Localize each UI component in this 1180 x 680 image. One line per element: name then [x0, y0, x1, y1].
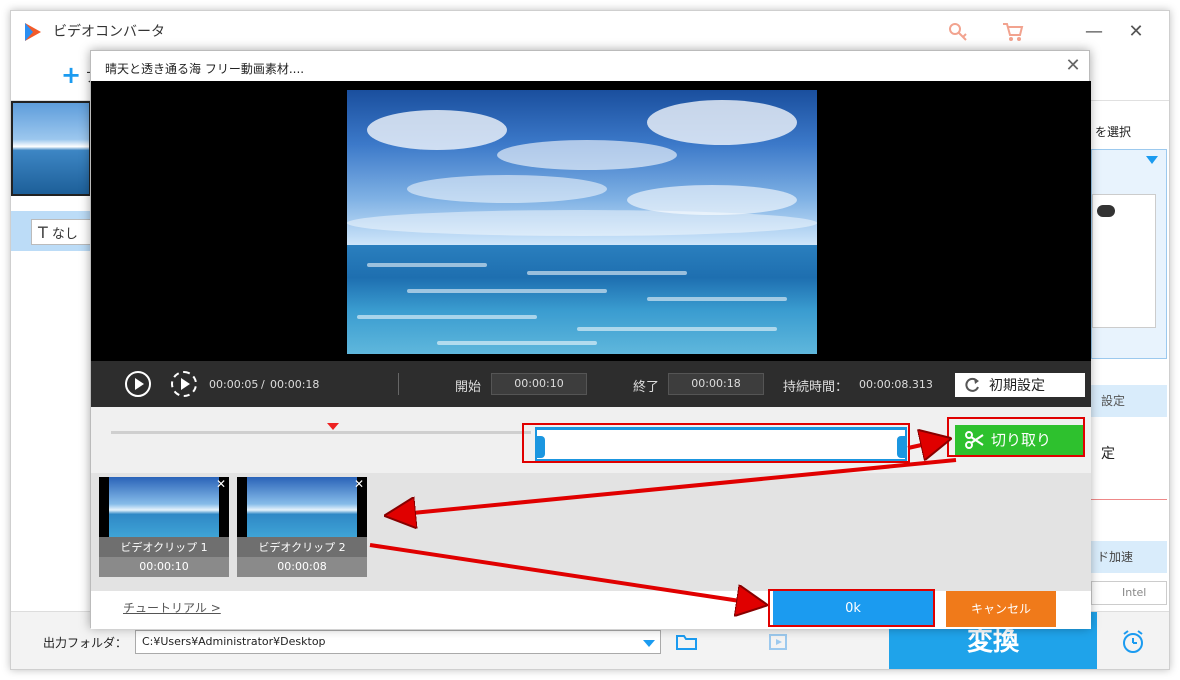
subtitle-select[interactable]: T なし: [31, 219, 91, 245]
file-thumbnail[interactable]: [11, 101, 91, 196]
subtitle-value: なし: [51, 227, 78, 242]
playhead-marker[interactable]: [327, 423, 339, 430]
next-frame-button[interactable]: [171, 371, 197, 397]
clip-remove-icon[interactable]: ✕: [353, 478, 365, 490]
format-thumbnail: [1092, 194, 1156, 328]
play-icon: [135, 378, 144, 390]
level-slider[interactable]: [1091, 499, 1167, 500]
file-list-panel: T なし: [11, 101, 91, 611]
trim-dialog: 晴天と透き通る海 フリー動画素材.... ✕ 00:00:05 / 00:00:…: [90, 50, 1091, 629]
timeline-track[interactable]: [111, 431, 531, 434]
clips-area: ✕ ビデオクリップ 1 00:00:10 ✕ ビデオクリップ 2 00:00:0…: [91, 473, 1091, 591]
minimize-button[interactable]: —: [1079, 19, 1109, 45]
output-path-field[interactable]: C:¥Users¥Administrator¥Desktop: [135, 630, 661, 654]
annotation-box-cut: [947, 417, 1085, 457]
clip-item[interactable]: ✕ ビデオクリップ 2 00:00:08: [237, 477, 367, 577]
reset-button[interactable]: 初期設定: [955, 373, 1085, 397]
cart-icon[interactable]: [1001, 21, 1025, 43]
total-time: 00:00:18: [270, 378, 320, 391]
clip-duration: 00:00:08: [237, 557, 367, 577]
divider: [398, 373, 399, 395]
play-button[interactable]: [125, 371, 151, 397]
text-icon: T: [38, 223, 48, 242]
clip-duration: 00:00:10: [99, 557, 229, 577]
close-button[interactable]: ✕: [1121, 19, 1151, 45]
dialog-close-button[interactable]: ✕: [1061, 55, 1085, 77]
format-panel: を選択 設定 定 ド加速 Intel: [1091, 101, 1169, 611]
chevron-down-icon[interactable]: [1146, 156, 1158, 164]
start-time-input[interactable]: 00:00:10: [491, 373, 587, 395]
titlebar: ビデオコンバータ — ✕: [11, 11, 1169, 53]
dialog-title: 晴天と透き通る海 フリー動画素材....: [105, 62, 305, 76]
intel-badge: Intel: [1091, 581, 1167, 605]
clip-remove-icon[interactable]: ✕: [215, 478, 227, 490]
dialog-footer: チュートリアル > 0k キャンセル: [91, 591, 1091, 629]
video-folder-icon[interactable]: [767, 632, 791, 652]
format-logo-icon: [1097, 205, 1115, 217]
playback-controls: 00:00:05 / 00:00:18 開始 00:00:10 終了 00:00…: [91, 361, 1091, 407]
tutorial-link[interactable]: チュートリアル >: [123, 599, 221, 616]
duration-value: 00:00:08.313: [859, 378, 933, 391]
sea-image: [347, 245, 817, 354]
app-logo-icon: [25, 23, 41, 41]
clip-thumbnail: [99, 477, 229, 537]
reset-label: 初期設定: [989, 378, 1045, 394]
app-title: ビデオコンバータ: [53, 24, 165, 40]
annotation-box-ok: [768, 589, 935, 627]
settings-label: 定: [1101, 446, 1115, 462]
folder-icon[interactable]: [675, 632, 699, 652]
path-dropdown-icon[interactable]: [643, 640, 655, 647]
end-label: 終了: [633, 380, 660, 395]
annotation-box-segment: [522, 423, 910, 463]
start-label: 開始: [455, 380, 482, 395]
clip-thumbnail: [237, 477, 367, 537]
key-icon[interactable]: [947, 21, 969, 43]
time-separator: /: [261, 378, 265, 391]
settings-button[interactable]: 設定: [1091, 385, 1167, 417]
video-preview: [91, 81, 1091, 361]
cancel-button[interactable]: キャンセル: [946, 591, 1056, 627]
video-frame: [347, 90, 817, 354]
current-time: 00:00:05: [209, 378, 259, 391]
clip-name: ビデオクリップ 2: [258, 541, 346, 554]
format-card[interactable]: [1091, 149, 1167, 359]
sky-image: [347, 90, 817, 245]
subtitle-row: T なし: [11, 211, 91, 251]
clip-item[interactable]: ✕ ビデオクリップ 1 00:00:10: [99, 477, 229, 577]
hardware-accel-button[interactable]: ド加速: [1091, 541, 1167, 573]
add-file-icon[interactable]: +: [61, 61, 81, 89]
refresh-icon: [965, 377, 979, 392]
format-select-label: を選択: [1095, 125, 1132, 139]
next-frame-icon: [181, 378, 190, 390]
end-time-input[interactable]: 00:00:18: [668, 373, 764, 395]
clip-name: ビデオクリップ 1: [120, 541, 208, 554]
output-folder-label: 出力フォルダ：: [43, 636, 128, 650]
duration-label: 持続時間：: [783, 380, 849, 395]
alarm-clock-icon[interactable]: [1119, 628, 1147, 656]
